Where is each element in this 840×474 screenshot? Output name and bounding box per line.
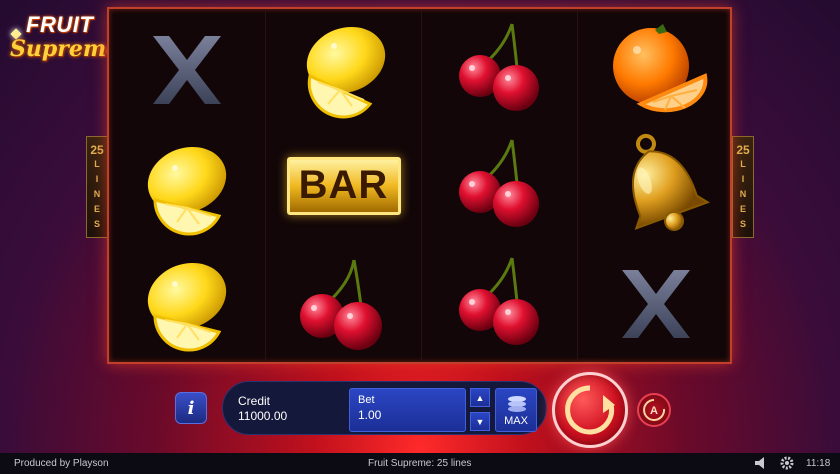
reel-4 [577,9,732,362]
lines-count: 25 [90,143,104,157]
reel-1 [109,9,264,362]
lines-letter: S [93,219,100,229]
settings-gear-icon[interactable] [780,456,794,470]
bell-icon [631,133,710,231]
bet-increase-button[interactable]: ▲ [470,388,490,407]
lines-letter: I [95,174,99,184]
reels-frame: BAR [107,7,732,364]
autoplay-label: A [650,405,658,417]
spin-arrow-icon [565,385,615,435]
coins-icon [508,396,526,412]
spin-button[interactable] [552,372,628,448]
lines-letter: E [739,204,746,214]
lemon-icon [306,26,385,118]
logo-line2: Supreme [10,36,121,62]
max-label: MAX [504,415,528,427]
orange-icon [612,23,707,112]
lines-letter: N [93,189,101,199]
lines-letter: S [739,219,746,229]
clock-time: 11:18 [806,458,831,469]
bet-label: Bet [358,394,375,406]
lines-letter: N [739,189,747,199]
lines-letter: I [741,174,745,184]
autoplay-button[interactable]: A [637,393,671,427]
info-button[interactable]: i [175,392,207,424]
lemon-symbol [109,129,264,246]
game-lines-text: Fruit Supreme: 25 lines [368,458,472,469]
lemon-icon [147,146,226,235]
lemon-symbol [266,11,421,128]
x-icon [152,35,221,104]
bell-symbol [578,127,733,244]
lines-letter: E [93,204,100,214]
lemon-icon [147,262,226,351]
credit-label: Credit [238,394,271,408]
logo-line1: FRUIT [26,12,94,37]
triangle-up-icon: ▲ [475,392,485,403]
cherries-icon [458,139,539,227]
produced-by-text: Produced by Playson [14,458,109,469]
orange-symbol [578,11,733,128]
game-logo: FRUIT Supreme [4,10,120,70]
info-icon: i [187,397,195,419]
max-bet-button[interactable]: MAX [495,388,537,432]
lemon-symbol [109,245,264,362]
lines-badge-right: 25 L I N E S [732,136,754,238]
bet-decrease-button[interactable]: ▼ [470,412,490,431]
cherries-icon [299,259,382,350]
cherries-symbol [422,245,577,362]
footer-bar: Produced by Playson Fruit Supreme: 25 li… [0,453,840,474]
lines-letter: L [740,159,746,169]
lines-badge-left: 25 L I N E S [86,136,108,238]
volume-icon[interactable] [754,456,770,470]
triangle-down-icon: ▼ [475,416,485,427]
lines-letter: L [94,159,100,169]
autoplay-icon: A [643,399,666,421]
reel-2: BAR [265,9,420,362]
cherries-symbol [422,127,577,244]
bar-symbol: BAR [266,127,421,244]
cherries-symbol [266,245,421,362]
cherries-icon [458,23,539,111]
x-symbol [578,245,733,362]
credit-value: 11000.00 [238,409,288,423]
lines-count: 25 [736,143,750,157]
x-icon [621,269,690,338]
cherries-icon [458,257,539,345]
reel-3 [421,9,576,362]
cherries-symbol [422,11,577,128]
bet-value: 1.00 [358,408,382,422]
x-symbol [109,11,264,128]
bar-plate: BAR [286,156,401,215]
bar-text: BAR [298,163,389,207]
